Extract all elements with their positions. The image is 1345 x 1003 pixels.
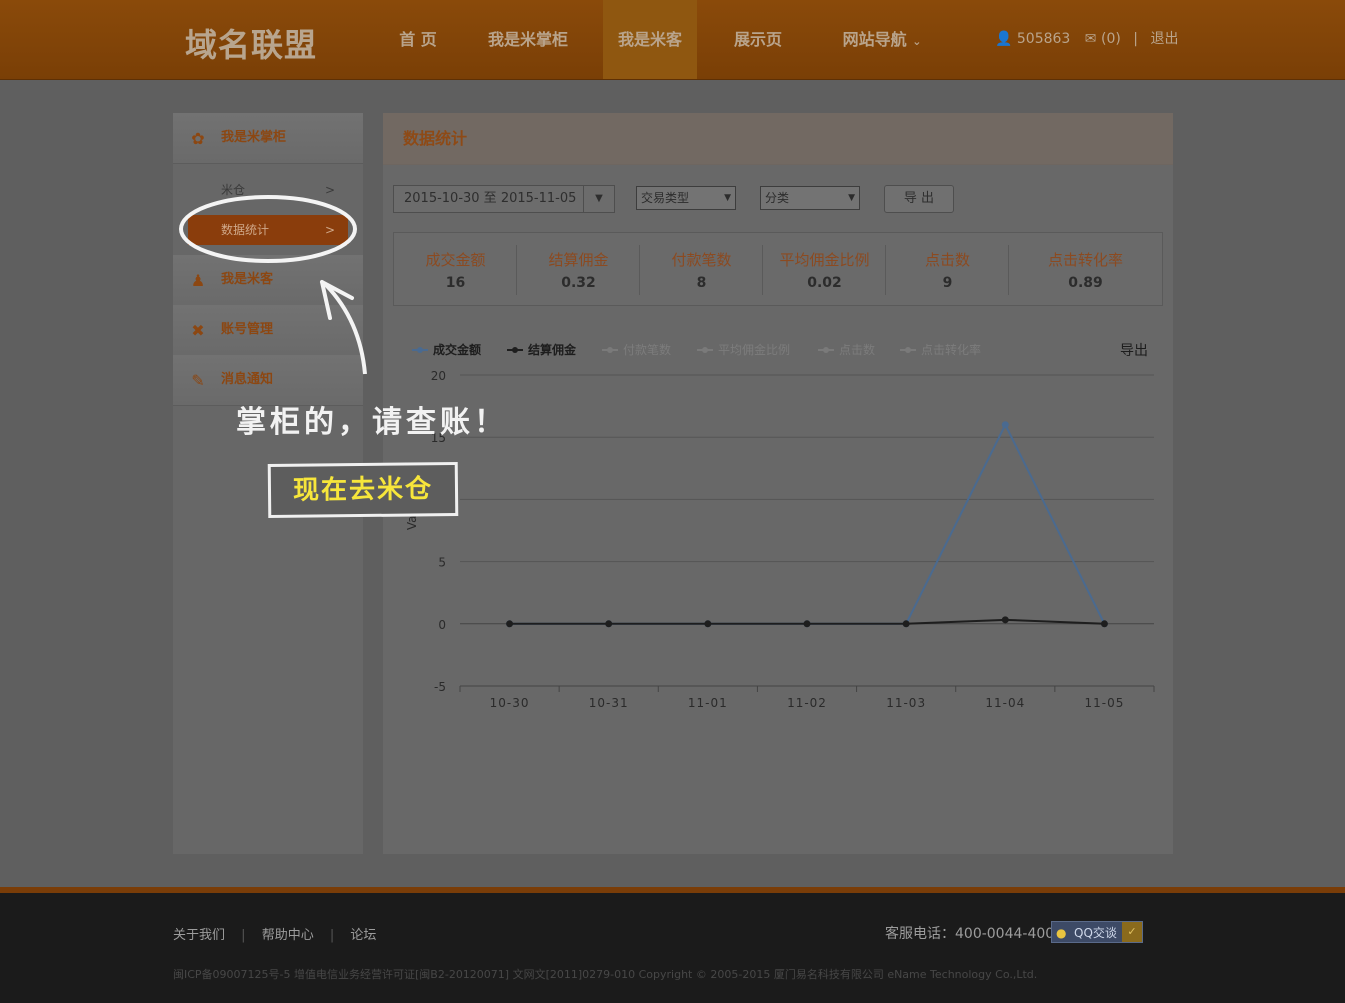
footer: 关于我们 | 帮助中心 | 论坛 客服电话：400-0044-400 ● QQ交…: [0, 887, 1345, 1003]
footer-link-help[interactable]: 帮助中心: [262, 928, 314, 943]
service-phone: 客服电话：400-0044-400: [885, 926, 1055, 942]
qq-label: QQ交谈: [1074, 926, 1117, 940]
copyright: 闽ICP备09007125号-5 增值电信业务经营许可证[闽B2-2012007…: [173, 968, 1038, 981]
footer-link-about[interactable]: 关于我们: [173, 928, 225, 943]
promo-message: 掌柜的，请查账！: [236, 405, 508, 440]
qq-penguin-icon: ●: [1056, 926, 1067, 940]
shield-icon: ✓: [1122, 922, 1142, 942]
separator: |: [241, 928, 246, 943]
annotation-overlay: [179, 195, 367, 375]
footer-links: 关于我们 | 帮助中心 | 论坛: [173, 924, 376, 943]
go-to-warehouse-button[interactable]: 现在去米仓: [267, 462, 459, 518]
highlight-circle: [179, 195, 357, 263]
footer-link-forum[interactable]: 论坛: [350, 928, 376, 943]
separator: |: [329, 928, 335, 943]
arrow-stroke: [324, 283, 367, 375]
qq-chat-button[interactable]: ● QQ交谈 ✓: [1051, 921, 1143, 943]
